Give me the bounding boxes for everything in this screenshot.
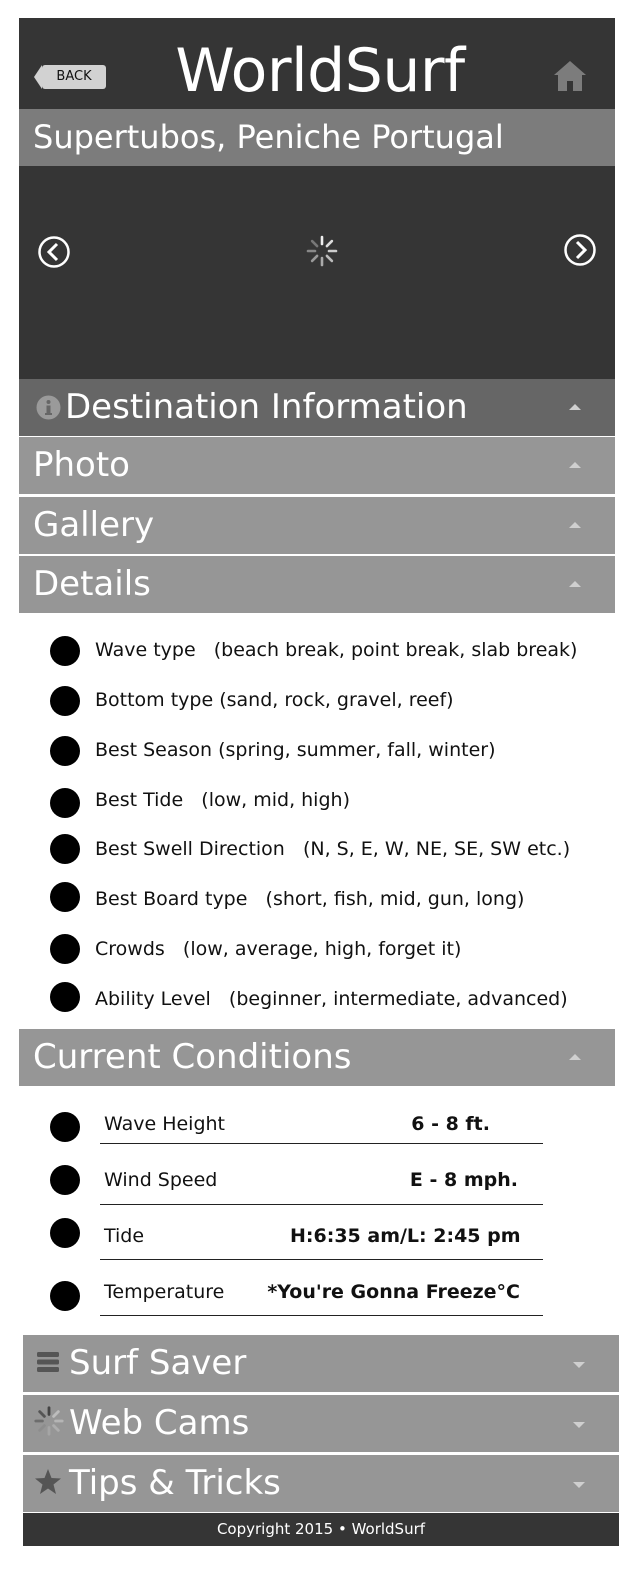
list-icon bbox=[36, 1350, 60, 1374]
star-icon bbox=[34, 1468, 62, 1496]
copyright-text: Copyright 2015 • WorldSurf bbox=[216, 1520, 426, 1538]
section-details[interactable]: Details bbox=[19, 556, 615, 613]
section-photo[interactable]: Photo bbox=[19, 437, 615, 494]
chevron-up-icon bbox=[569, 581, 581, 587]
detail-item: Bottom type (sand, rock, gravel, reef) bbox=[95, 689, 454, 711]
bullet bbox=[50, 982, 80, 1012]
chevron-down-icon bbox=[573, 1362, 585, 1368]
detail-item: Wave type (beach break, point break, sla… bbox=[95, 639, 578, 661]
section-label: Gallery bbox=[33, 505, 155, 545]
back-button[interactable]: BACK bbox=[34, 65, 106, 89]
bullet bbox=[50, 834, 80, 864]
section-gallery[interactable]: Gallery bbox=[19, 497, 615, 554]
divider bbox=[100, 1259, 543, 1260]
chevron-right-circle-icon[interactable] bbox=[563, 233, 597, 267]
section-label: Surf Saver bbox=[69, 1343, 247, 1383]
condition-label: Tide bbox=[104, 1225, 145, 1247]
section-destination-information[interactable]: Destination Information bbox=[19, 379, 615, 436]
condition-label: Wave Height bbox=[104, 1113, 225, 1135]
condition-label: Wind Speed bbox=[104, 1169, 218, 1191]
bullet bbox=[50, 636, 80, 666]
divider bbox=[100, 1315, 543, 1316]
condition-value: H:6:35 am/L: 2:45 pm bbox=[290, 1225, 521, 1247]
bullet bbox=[50, 882, 80, 912]
destination-title: Supertubos, Peniche Portugal bbox=[19, 109, 615, 166]
condition-value: E - 8 mph. bbox=[409, 1169, 518, 1191]
section-label: Destination Information bbox=[65, 387, 468, 427]
detail-item: Crowds (low, average, high, forget it) bbox=[95, 938, 462, 960]
bullet bbox=[50, 736, 80, 766]
chevron-up-icon bbox=[569, 1054, 581, 1060]
section-surf-saver[interactable]: Surf Saver bbox=[23, 1335, 619, 1392]
footer: Copyright 2015 • WorldSurf bbox=[23, 1513, 619, 1546]
condition-value: *You're Gonna Freeze°C bbox=[267, 1281, 520, 1303]
info-icon bbox=[36, 395, 61, 420]
detail-item: Best Season (spring, summer, fall, winte… bbox=[95, 739, 496, 761]
bullet bbox=[50, 1281, 80, 1311]
chevron-down-icon bbox=[573, 1482, 585, 1488]
detail-item: Ability Level (beginner, intermediate, a… bbox=[95, 988, 568, 1010]
condition-label: Temperature bbox=[104, 1281, 225, 1303]
divider bbox=[100, 1204, 543, 1205]
section-label: Details bbox=[33, 564, 151, 604]
spinner-icon bbox=[33, 1405, 65, 1437]
bullet bbox=[50, 934, 80, 964]
bullet bbox=[50, 1112, 80, 1142]
condition-value: 6 - 8 ft. bbox=[411, 1113, 490, 1135]
detail-item: Best Swell Direction (N, S, E, W, NE, SE… bbox=[95, 838, 571, 860]
bullet bbox=[50, 1218, 80, 1248]
detail-item: Best Tide (low, mid, high) bbox=[95, 789, 350, 811]
chevron-up-icon bbox=[569, 522, 581, 528]
bullet bbox=[50, 788, 80, 818]
photo-slider bbox=[19, 166, 615, 379]
detail-item: Best Board type (short, fish, mid, gun, … bbox=[95, 888, 525, 910]
section-label: Web Cams bbox=[69, 1403, 250, 1443]
section-label: Tips & Tricks bbox=[69, 1463, 281, 1503]
chevron-left-circle-icon[interactable] bbox=[37, 235, 71, 269]
bullet bbox=[50, 686, 80, 716]
spinner-icon bbox=[305, 234, 339, 268]
divider bbox=[100, 1143, 543, 1144]
bullet bbox=[50, 1165, 80, 1195]
chevron-up-icon bbox=[569, 404, 581, 410]
app-title: WorldSurf bbox=[175, 36, 465, 106]
section-label: Current Conditions bbox=[33, 1037, 352, 1077]
chevron-down-icon bbox=[573, 1422, 585, 1428]
section-tips-tricks[interactable]: Tips & Tricks bbox=[23, 1455, 619, 1512]
section-label: Photo bbox=[33, 445, 130, 485]
home-icon[interactable] bbox=[553, 60, 587, 92]
section-web-cams[interactable]: Web Cams bbox=[23, 1395, 619, 1452]
section-current-conditions[interactable]: Current Conditions bbox=[19, 1029, 615, 1086]
chevron-up-icon bbox=[569, 462, 581, 468]
